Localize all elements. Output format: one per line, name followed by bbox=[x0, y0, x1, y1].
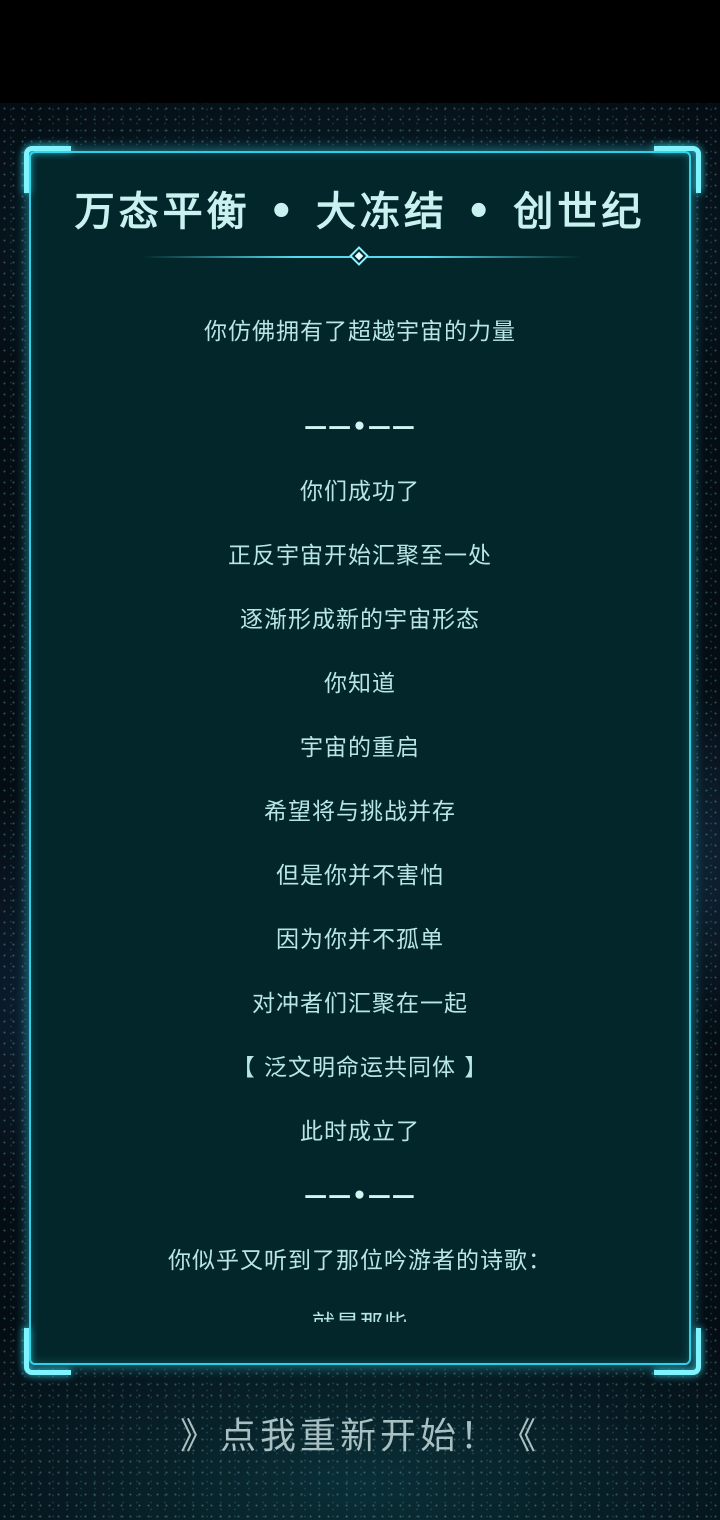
panel-corner-top-right bbox=[654, 146, 701, 193]
story-line: 对冲者们汇聚在一起 bbox=[252, 991, 468, 1017]
separator-line: ——•—— bbox=[304, 414, 416, 440]
story-line: 希望将与挑战并存 bbox=[264, 799, 456, 825]
story-line: 因为你并不孤单 bbox=[276, 927, 444, 953]
story-line: 你们成功了 bbox=[300, 479, 420, 505]
story-line: 正反宇宙开始汇聚至一处 bbox=[228, 543, 492, 569]
panel-corner-bottom-right bbox=[654, 1328, 701, 1375]
story-line: 你似乎又听到了那位吟游者的诗歌： bbox=[168, 1248, 552, 1274]
story-line-highlight: 【 泛文明命运共同体 】 bbox=[231, 1055, 489, 1081]
panel-corner-top-left bbox=[24, 146, 71, 193]
restart-button[interactable]: 》点我重新开始！《 bbox=[0, 1412, 720, 1462]
story-line: 你知道 bbox=[324, 671, 396, 697]
game-screen: 万态平衡 • 大冻结 • 创世纪 你仿佛拥有了超越宇宙的力量 ——•—— 你们成… bbox=[0, 0, 720, 1520]
panel-corner-bottom-left bbox=[24, 1328, 71, 1375]
status-bar bbox=[0, 0, 720, 103]
separator-line: ——•—— bbox=[304, 1183, 416, 1209]
story-line: 但是你并不害怕 bbox=[276, 863, 444, 889]
story-line: 你仿佛拥有了超越宇宙的力量 bbox=[204, 319, 516, 345]
story-line: 宇宙的重启 bbox=[300, 735, 420, 761]
story-line: 逐渐形成新的宇宙形态 bbox=[240, 607, 480, 633]
story-line-clipped: 就是那些 bbox=[31, 1308, 689, 1322]
story-line: 此时成立了 bbox=[300, 1119, 420, 1145]
story-panel: 万态平衡 • 大冻结 • 创世纪 你仿佛拥有了超越宇宙的力量 ——•—— 你们成… bbox=[29, 151, 691, 1365]
story-text: 你仿佛拥有了超越宇宙的力量 ——•—— 你们成功了 正反宇宙开始汇聚至一处 逐渐… bbox=[31, 153, 689, 1363]
